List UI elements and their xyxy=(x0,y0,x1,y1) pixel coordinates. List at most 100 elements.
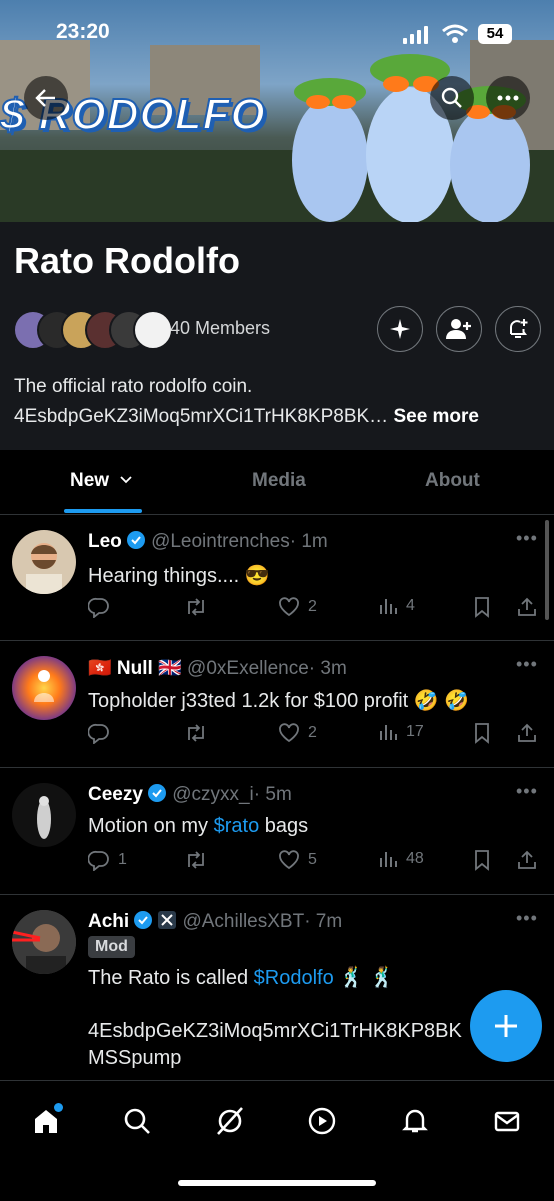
community-name: Rato Rodolfo xyxy=(14,240,240,281)
tab-media[interactable]: Media xyxy=(252,470,306,492)
post-text-segment: 🕺 🕺 xyxy=(333,967,395,989)
like-count: 2 xyxy=(308,724,317,741)
views-button[interactable]: 48 xyxy=(378,849,424,869)
views-button[interactable]: 17 xyxy=(378,722,424,742)
share-button[interactable] xyxy=(516,849,538,871)
cashtag-link[interactable]: $Rodolfo xyxy=(254,967,334,989)
description-line: The official rato rodolfo coin. xyxy=(14,376,253,397)
explore-icon xyxy=(124,1108,150,1134)
tab-about[interactable]: About xyxy=(425,470,480,492)
post-author[interactable]: 🇭🇰 Null 🇬🇧 @0xExellence· 3m xyxy=(88,656,347,680)
tab-label: New xyxy=(70,470,110,491)
contract-address: 4EsbdpGeKZ3iMoq5mrXCi1TrHK8KP8BK… xyxy=(14,406,389,427)
post[interactable]: Ceezy @czyxx_i· 5m ••• Motion on my $rat… xyxy=(0,767,554,895)
community-ai-button[interactable] xyxy=(377,306,423,352)
reply-icon xyxy=(88,597,109,618)
more-options-button[interactable] xyxy=(486,76,530,120)
sparkle-icon xyxy=(390,319,410,339)
avatar[interactable] xyxy=(12,530,76,594)
views-button[interactable]: 4 xyxy=(378,596,415,616)
post-text: The Rato is called $Rodolfo 🕺 🕺 xyxy=(88,965,395,990)
nav-video[interactable] xyxy=(302,1103,342,1139)
chevron-down-icon xyxy=(120,476,132,484)
bookmark-icon xyxy=(475,850,489,871)
repost-button[interactable] xyxy=(184,596,208,618)
post-author[interactable]: Ceezy @czyxx_i· 5m xyxy=(88,783,292,806)
nav-grok[interactable] xyxy=(210,1103,250,1139)
bookmark-button[interactable] xyxy=(472,596,492,618)
post-more-icon[interactable]: ••• xyxy=(516,908,538,929)
post-actions: 2 17 xyxy=(88,722,548,748)
tab-new[interactable]: New xyxy=(70,470,132,492)
like-button[interactable]: 2 xyxy=(278,722,317,744)
author-name: Ceezy xyxy=(88,784,143,805)
view-count: 17 xyxy=(406,723,424,740)
grok-icon xyxy=(217,1107,243,1135)
repost-button[interactable] xyxy=(184,722,208,744)
avatar[interactable] xyxy=(12,783,76,847)
like-icon xyxy=(279,723,299,743)
active-tab-indicator xyxy=(64,509,142,513)
like-count: 2 xyxy=(308,598,317,615)
nav-messages[interactable] xyxy=(487,1103,527,1139)
author-name: 🇭🇰 Null 🇬🇧 xyxy=(88,658,182,679)
like-icon xyxy=(279,597,299,617)
nav-home[interactable] xyxy=(26,1103,66,1139)
like-button[interactable]: 2 xyxy=(278,596,317,618)
like-count: 5 xyxy=(308,851,317,868)
views-icon xyxy=(380,725,397,740)
nav-notifications[interactable] xyxy=(395,1103,435,1139)
author-name: Achi xyxy=(88,911,130,932)
share-button[interactable] xyxy=(516,722,538,744)
reply-button[interactable] xyxy=(88,596,118,618)
post[interactable]: 🇭🇰 Null 🇬🇧 @0xExellence· 3m ••• Topholde… xyxy=(0,640,554,768)
like-button[interactable]: 5 xyxy=(278,849,317,871)
repost-icon xyxy=(188,724,204,742)
avatar[interactable] xyxy=(12,656,76,720)
bookmark-button[interactable] xyxy=(472,722,492,744)
repost-icon xyxy=(188,598,204,616)
views-icon xyxy=(380,852,397,867)
post-time: · 3m xyxy=(308,658,347,679)
author-name: Leo xyxy=(88,531,122,552)
verified-badge-icon xyxy=(147,784,166,802)
search-icon xyxy=(441,87,462,108)
home-indicator xyxy=(178,1180,376,1186)
invite-members-button[interactable] xyxy=(436,306,482,352)
repost-button[interactable] xyxy=(184,849,208,871)
see-more-link[interactable]: See more xyxy=(393,406,479,427)
post-text-segment: bags xyxy=(259,815,309,837)
post-time: · 7m xyxy=(304,911,343,932)
reply-button[interactable] xyxy=(88,722,118,744)
cashtag-link[interactable]: $rato xyxy=(214,815,260,837)
share-icon xyxy=(518,723,536,742)
video-icon xyxy=(308,1107,336,1135)
messages-icon xyxy=(494,1111,520,1132)
post-more-icon[interactable]: ••• xyxy=(516,781,538,802)
battery-indicator: 54 xyxy=(478,24,512,44)
post-more-icon[interactable]: ••• xyxy=(516,528,538,549)
views-icon xyxy=(380,599,397,614)
nav-explore[interactable] xyxy=(117,1103,157,1139)
more-icon xyxy=(497,95,519,101)
back-button[interactable] xyxy=(24,76,68,120)
avatar-image xyxy=(37,796,51,839)
view-count: 4 xyxy=(406,597,415,614)
share-button[interactable] xyxy=(516,596,538,618)
author-handle: @0xExellence xyxy=(187,658,309,679)
post-actions: 24 xyxy=(88,596,548,622)
member-count[interactable]: 40 Members xyxy=(170,318,270,339)
search-button[interactable] xyxy=(430,76,474,120)
post-time: · 5m xyxy=(253,784,292,805)
avatar[interactable] xyxy=(12,910,76,974)
post-more-icon[interactable]: ••• xyxy=(516,654,538,675)
post-author[interactable]: Achi @AchillesXBT· 7m xyxy=(88,910,342,933)
bookmark-icon xyxy=(475,597,489,618)
bookmark-button[interactable] xyxy=(472,849,492,871)
post-time: · 1m xyxy=(289,531,328,552)
compose-button[interactable] xyxy=(470,990,542,1062)
post-author[interactable]: Leo @Leointrenches· 1m xyxy=(88,530,328,553)
reply-button[interactable]: 1 xyxy=(88,849,127,871)
verified-badge-icon xyxy=(134,911,153,929)
notify-community-button[interactable] xyxy=(495,306,541,352)
